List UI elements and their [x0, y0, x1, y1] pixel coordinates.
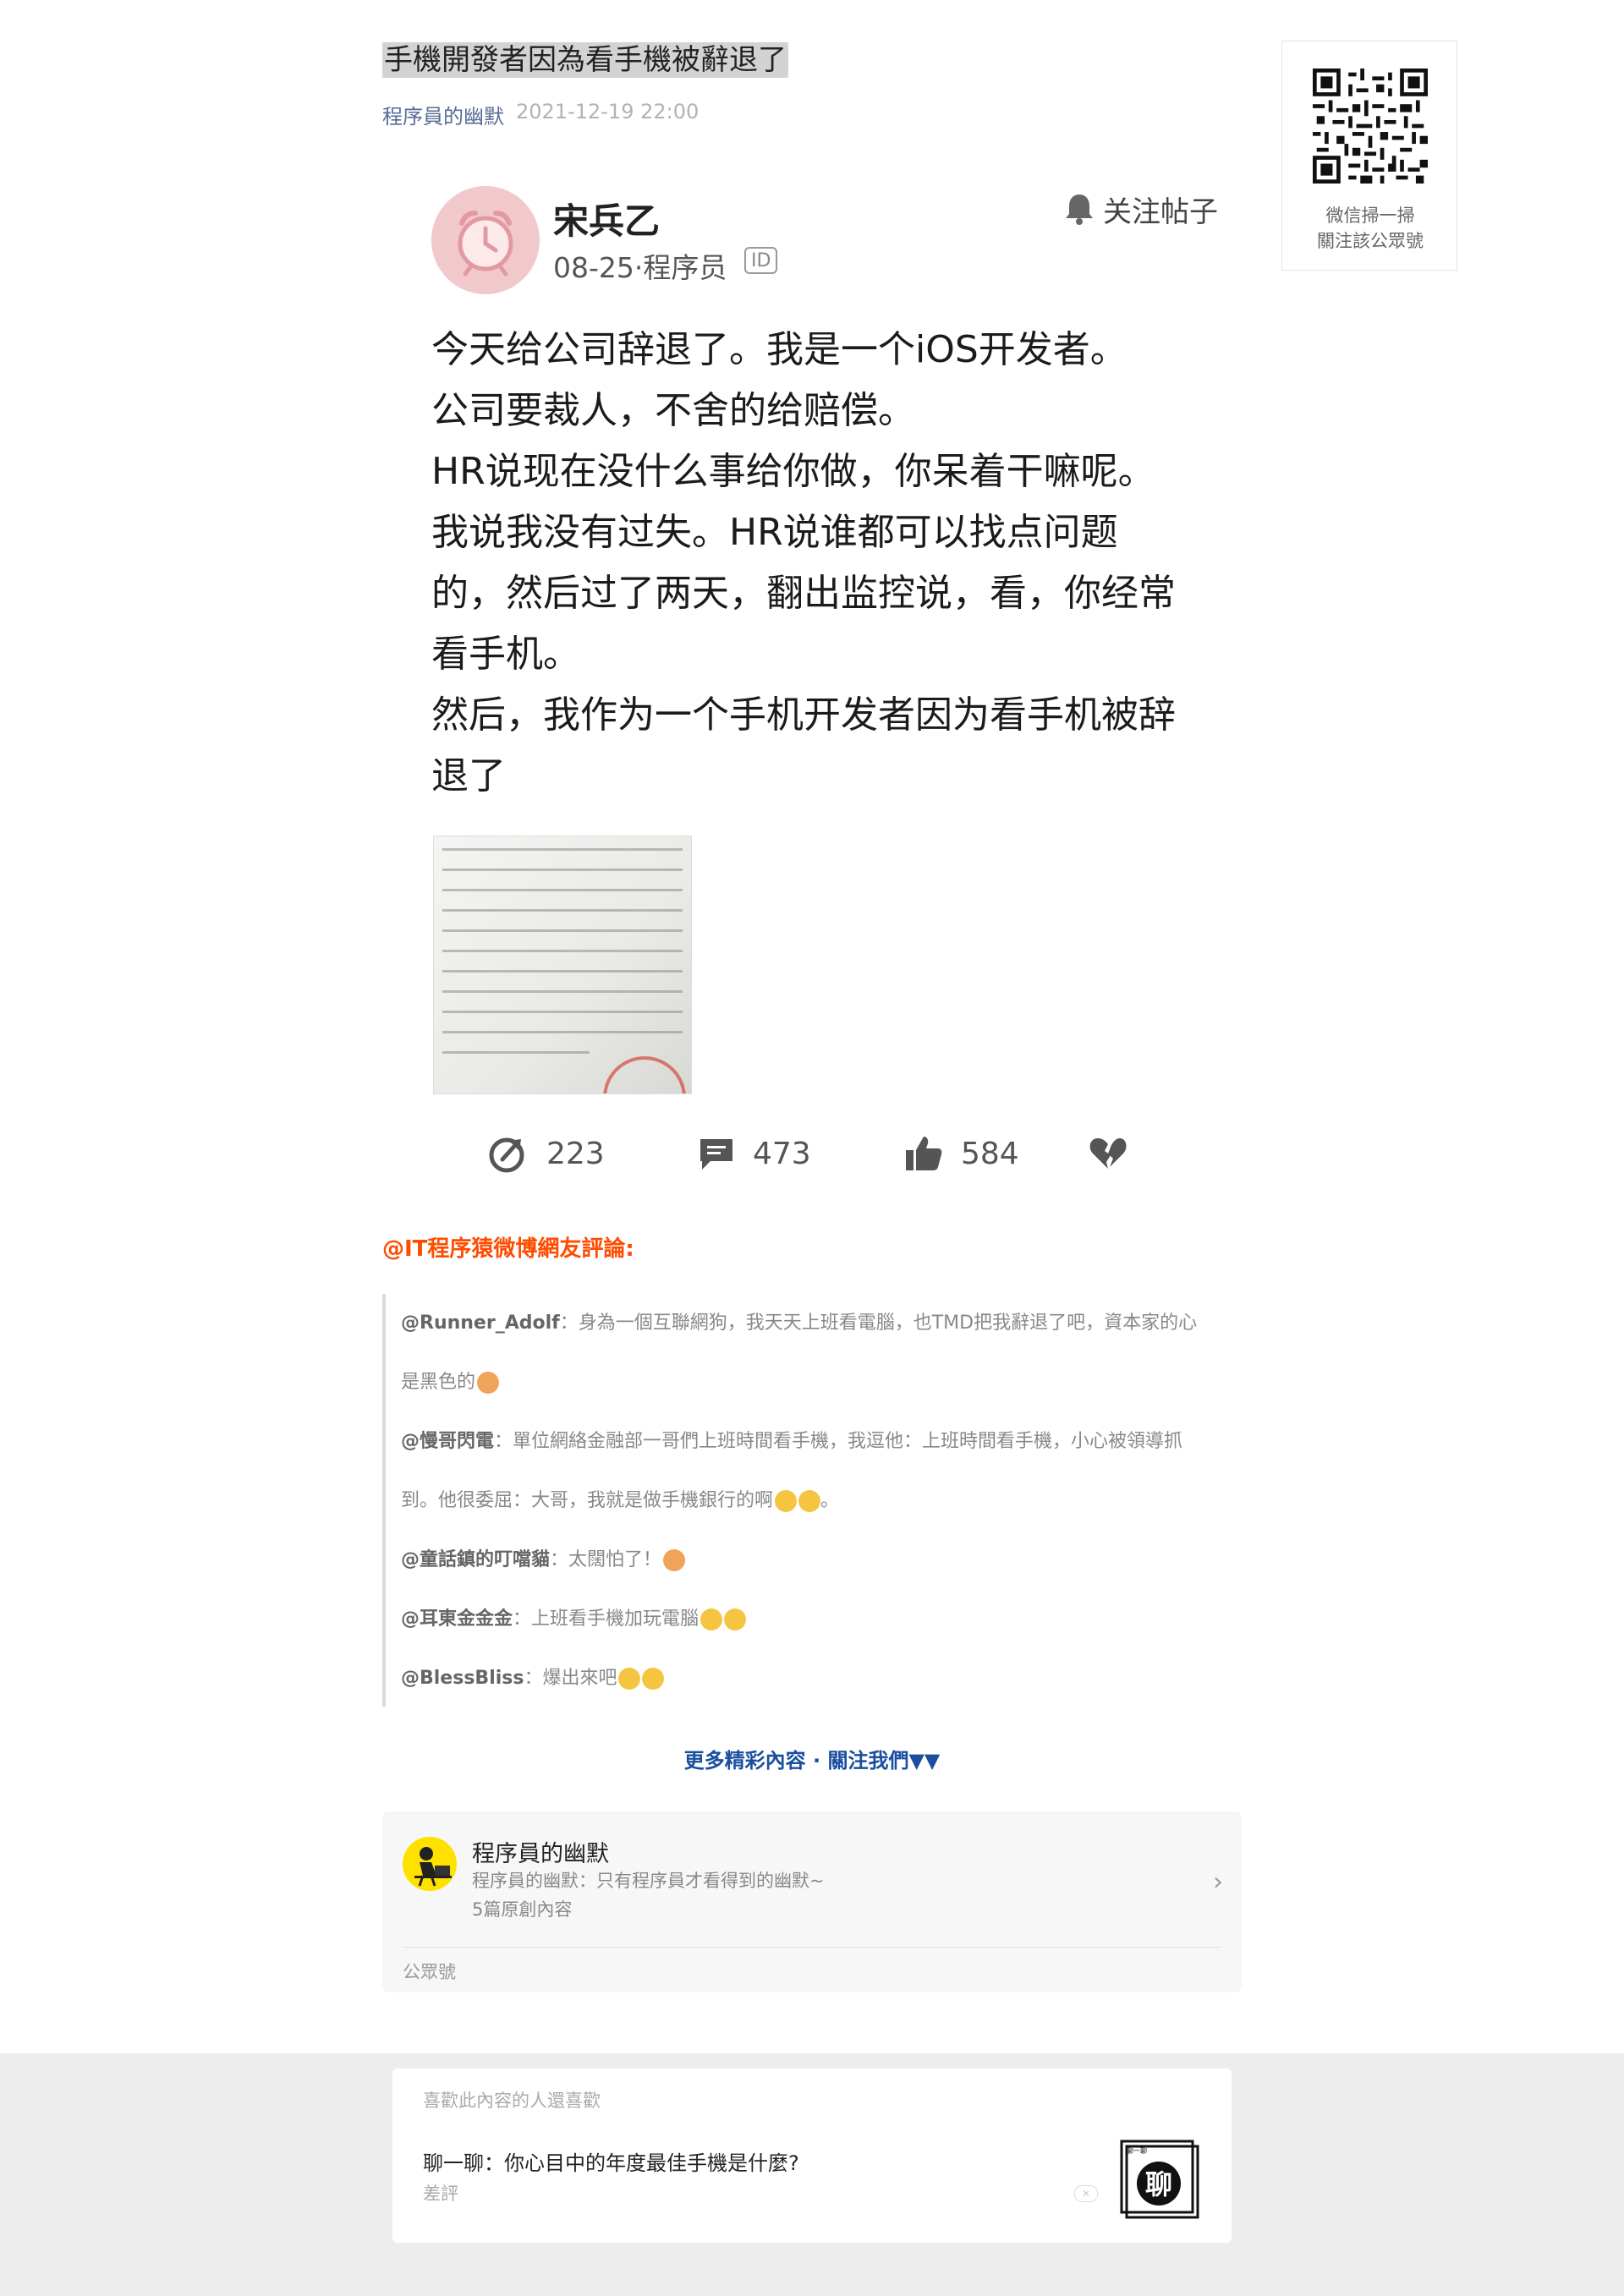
rofl-emoji-icon [798, 1490, 821, 1512]
recommended-article-source: 差評 [423, 2184, 458, 2204]
recommended-article-title[interactable]: 聊一聊：你心目中的年度最佳手機是什麼? [423, 2146, 799, 2176]
post-line: 的，然后过了两天，翻出监控说，看，你经常 [431, 572, 1176, 615]
comment-handle: @BlessBliss [401, 1668, 524, 1689]
post-meta: 08-25·程序员 [553, 251, 727, 284]
close-icon[interactable]: ✕ [1074, 2185, 1098, 2202]
comment-count: 473 [753, 1136, 811, 1171]
qr-code-image [1313, 68, 1428, 184]
post-line: 然后，我作为一个手机开发者因为看手机被辞 [431, 693, 1176, 737]
account-name: 程序員的幽默 [472, 1841, 609, 1867]
comment-item: @耳東金金金：上班看手機加玩電腦 [401, 1590, 1221, 1649]
bell-icon [1066, 195, 1093, 225]
account-type-label: 公眾號 [403, 1962, 456, 1982]
joy-emoji-icon [724, 1608, 747, 1630]
post-line: 公司要裁人，不舍的给赔偿。 [431, 389, 915, 432]
chat-thumbnail-mini-label: 聊一聊 [1127, 2147, 1147, 2155]
comment-handle: @耳東金金金 [401, 1608, 513, 1630]
programmer-at-desk-icon [414, 1847, 452, 1887]
smirk-cat-emoji-icon [477, 1372, 500, 1394]
share-icon [489, 1137, 524, 1173]
post-line: HR说现在没什么事给你做，你呆着干嘛呢。 [431, 450, 1155, 493]
comment-text: 是黑色的 [401, 1372, 476, 1393]
divider [403, 1947, 1221, 1948]
dismissal-notice-image[interactable] [433, 836, 692, 1094]
thumbs-up-icon [906, 1137, 942, 1170]
comment-item: @童話鎮的叮噹貓：太闊怕了！ [401, 1531, 1221, 1590]
post-author-avatar[interactable] [431, 186, 540, 294]
follow-post-button[interactable]: 关注帖子 [1064, 188, 1218, 230]
recommendation-card: 喜歡此內容的人還喜歡 聊一聊：你心目中的年度最佳手機是什麼? 差評 ✕ 聊一聊 … [392, 2069, 1232, 2243]
comment-item: @慢哥閃電：單位網絡金融部一哥們上班時間看手機，我逗他：上班時間看手機，小心被領… [401, 1412, 1221, 1531]
comment-item: @BlessBliss：爆出來吧 [401, 1649, 1221, 1708]
scared-cat-emoji-icon [663, 1549, 686, 1571]
comment-text: ：太闊怕了！ [550, 1549, 662, 1570]
chat-thumbnail-glyph: 聊 [1145, 2168, 1172, 2200]
smirk-emoji-icon [618, 1668, 641, 1690]
rofl-emoji-icon [775, 1490, 798, 1512]
chat-topic-thumbnail[interactable]: 聊一聊 聊 [1118, 2138, 1199, 2219]
publish-date: 2021-12-19 22:00 [516, 100, 700, 123]
more-content-link[interactable]: 更多精彩內容 · 關注我們▼▼ [0, 1744, 1624, 1773]
share-action[interactable]: 223 [487, 1130, 605, 1177]
post-line: 我说我没有过失。HR说谁都可以找点问题 [431, 511, 1118, 554]
qr-code-panel: 微信掃一掃 關注該公眾號 [1281, 41, 1457, 271]
article-title: 手機開發者因為看手機被辭退了 [382, 42, 788, 78]
comment-text: ：單位網絡金融部一哥們上班時間看手機，我逗他：上班時間看手機，小心被領導抓 [494, 1431, 1183, 1452]
comment-handle: @Runner_Adolf [401, 1312, 560, 1334]
post-body: 今天给公司辞退了。我是一个iOS开发者。 公司要裁人，不舍的给赔偿。 HR说现在… [431, 320, 1243, 807]
chevron-right-icon[interactable]: › [1213, 1867, 1223, 1897]
account-description: 程序員的幽默：只有程序員才看得到的幽默~ [472, 1871, 825, 1891]
like-count: 584 [961, 1136, 1019, 1171]
qr-caption-follow: 關注該公眾號 [1317, 231, 1424, 251]
dislike-action[interactable] [1088, 1130, 1128, 1177]
comment-text: ：身為一個互聯網狗，我天天上班看電腦，也TMD把我辭退了吧，資本家的心 [559, 1312, 1198, 1334]
joy-emoji-icon [700, 1608, 723, 1630]
post-author-name[interactable]: 宋兵乙 [553, 193, 660, 244]
red-seal-stamp [603, 1056, 686, 1093]
account-profile-card[interactable]: 程序員的幽默 程序員的幽默：只有程序員才看得到的幽默~ 5篇原創內容 › 公眾號 [382, 1811, 1242, 1992]
qr-caption-scan: 微信掃一掃 [1325, 205, 1415, 226]
comment-text-tail: 。 [820, 1490, 840, 1511]
id-badge: ID [744, 247, 778, 274]
comment-text: ：上班看手機加玩電腦 [513, 1608, 700, 1630]
comments-quote-block: @Runner_Adolf：身為一個互聯網狗，我天天上班看電腦，也TMD把我辭退… [382, 1294, 1223, 1707]
comment-text: ：爆出來吧 [524, 1668, 617, 1689]
follow-post-label: 关注帖子 [1103, 195, 1218, 229]
account-article-count: 5篇原創內容 [472, 1899, 573, 1920]
author-link[interactable]: 程序員的幽默 [382, 100, 504, 129]
post-line: 退了 [431, 754, 506, 797]
comment-item: @Runner_Adolf：身為一個互聯網狗，我天天上班看電腦，也TMD把我辭退… [401, 1294, 1221, 1412]
recommendation-heading: 喜歡此內容的人還喜歡 [423, 2091, 601, 2111]
post-line: 看手机。 [431, 633, 580, 676]
post-line: 今天给公司辞退了。我是一个iOS开发者。 [431, 328, 1127, 371]
comment-action[interactable]: 473 [697, 1130, 811, 1177]
comment-handle: @慢哥閃電 [401, 1431, 495, 1452]
share-count: 223 [546, 1136, 605, 1171]
comment-text: 到。他很委屈：大哥，我就是做手機銀行的啊 [401, 1490, 774, 1511]
comments-heading: @IT程序猿微博網友評論: [382, 1236, 634, 1262]
smirk-emoji-icon [642, 1668, 665, 1690]
comment-icon [700, 1139, 732, 1170]
broken-heart-icon [1089, 1138, 1127, 1169]
like-action[interactable]: 584 [903, 1130, 1019, 1177]
account-avatar [403, 1837, 457, 1891]
alarm-clock-icon [458, 211, 513, 277]
comment-handle: @童話鎮的叮噹貓 [401, 1549, 551, 1570]
